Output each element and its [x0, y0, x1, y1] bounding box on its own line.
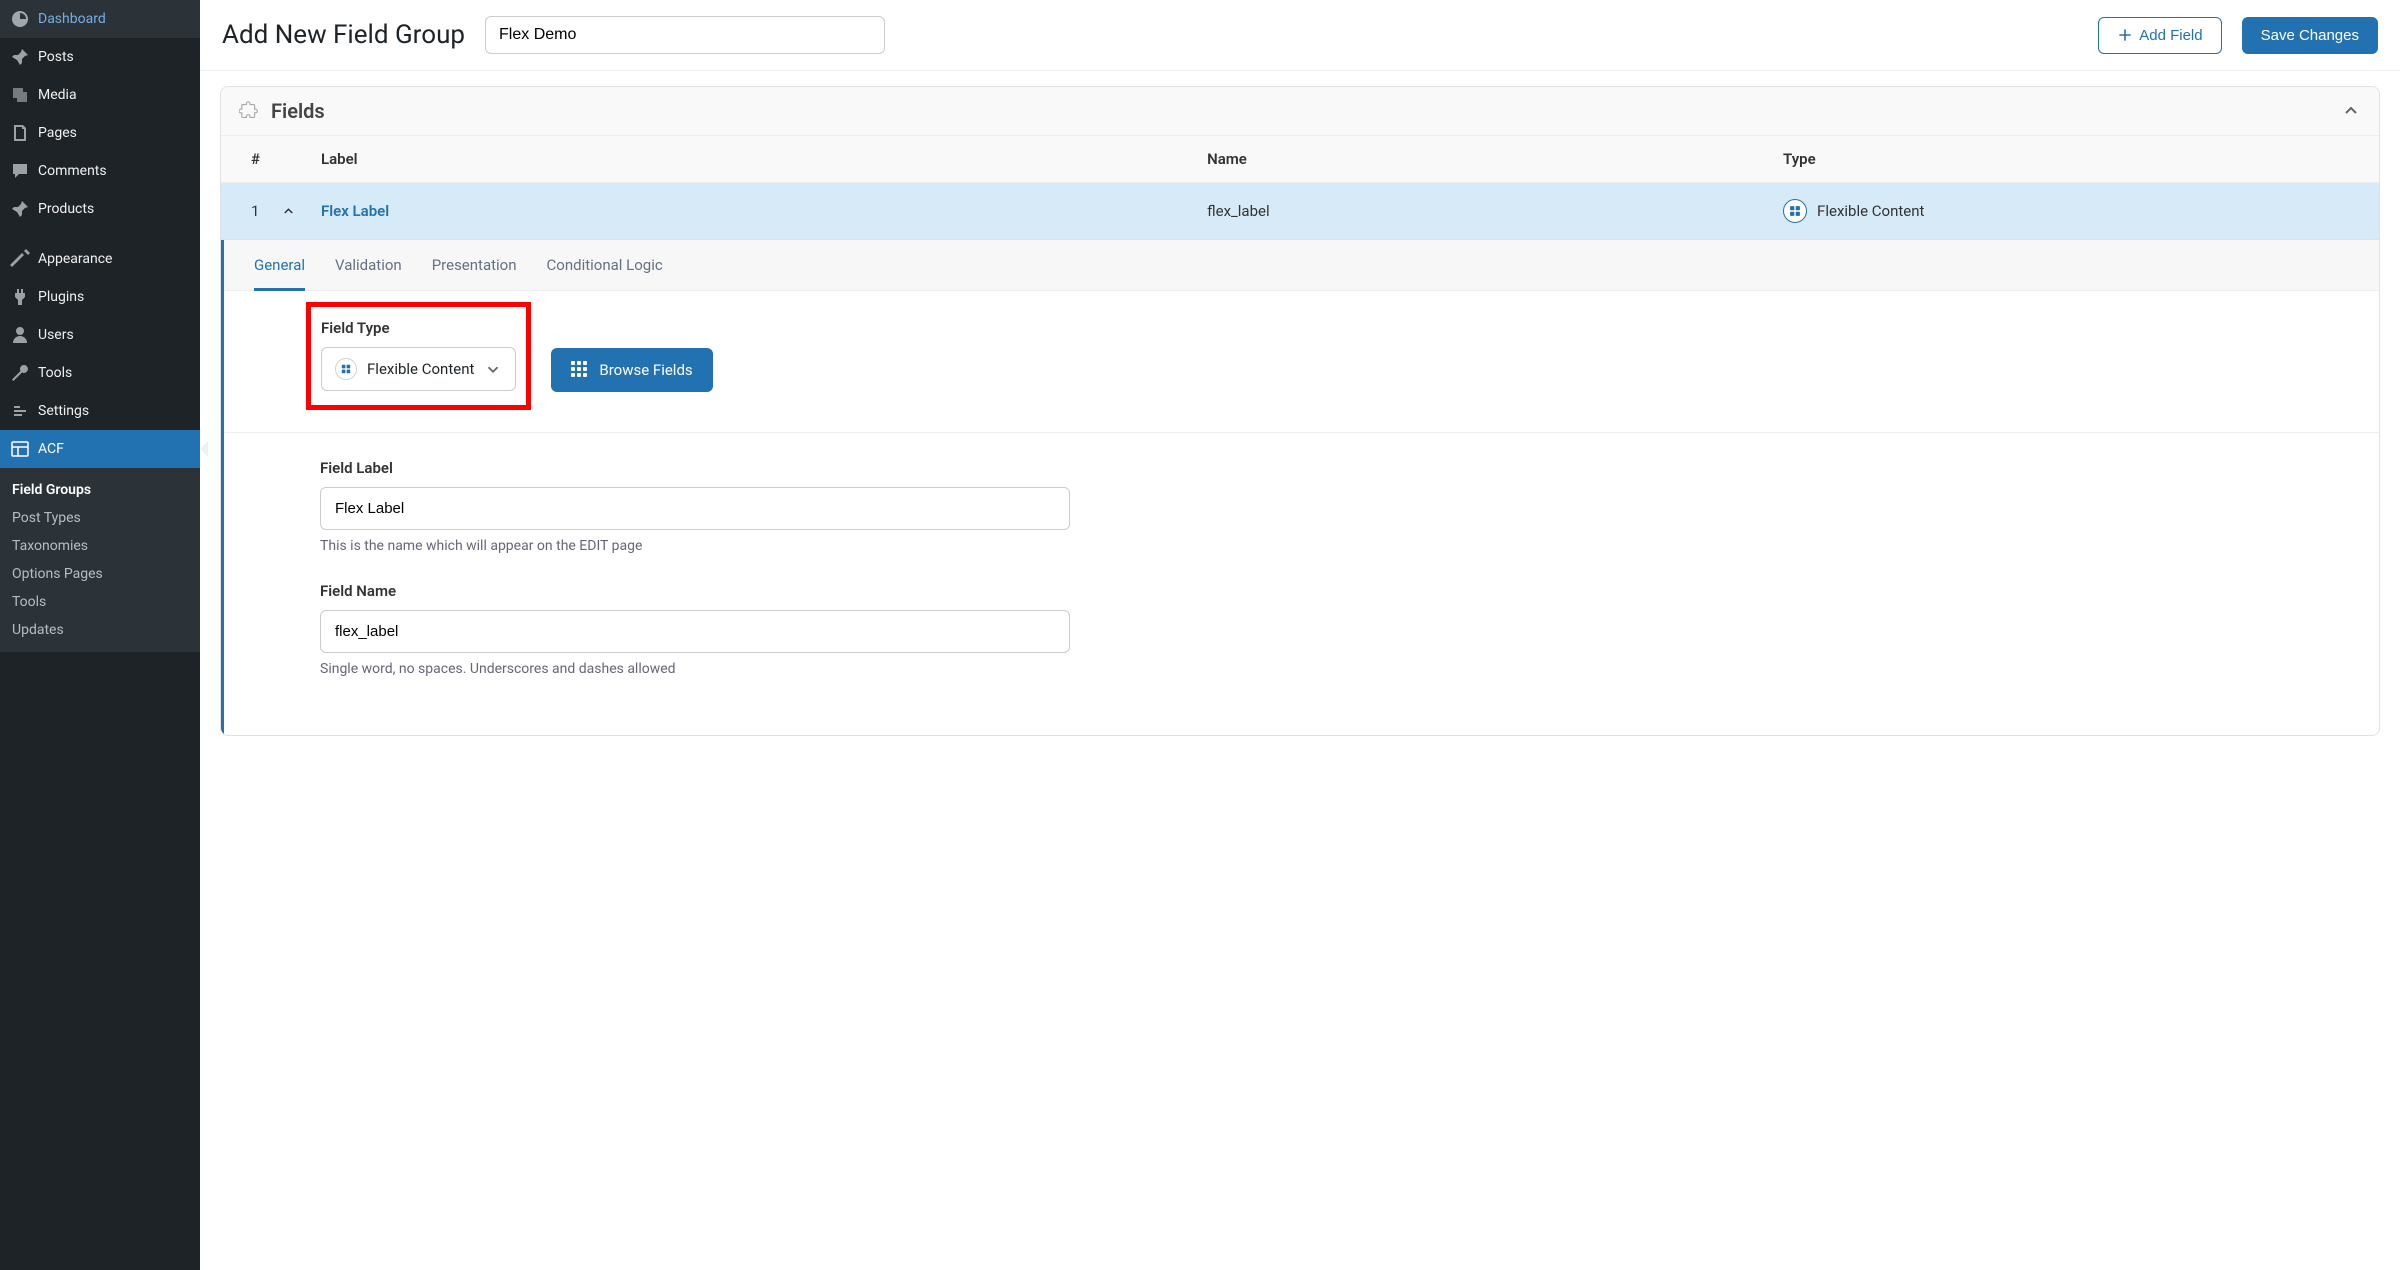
sidebar-submenu: Field Groups Post Types Taxonomies Optio… — [0, 468, 200, 652]
settings-icon — [10, 401, 30, 421]
fields-panel-title: Fields — [271, 99, 325, 123]
sidebar-item-dashboard[interactable]: Dashboard — [0, 0, 200, 38]
col-header-name: Name — [1207, 150, 1783, 168]
sidebar-item-comments[interactable]: Comments — [0, 152, 200, 190]
browse-fields-button[interactable]: Browse Fields — [551, 348, 712, 392]
field-tabs: General Validation Presentation Conditio… — [224, 240, 2379, 291]
row-name: flex_label — [1207, 202, 1783, 220]
comments-icon — [10, 161, 30, 181]
plus-icon — [2117, 27, 2133, 43]
dashboard-icon — [10, 9, 30, 29]
sidebar-item-tools[interactable]: Tools — [0, 354, 200, 392]
media-icon — [10, 85, 30, 105]
sidebar-label: Users — [38, 327, 74, 343]
tab-general[interactable]: General — [254, 240, 305, 290]
field-editor: General Validation Presentation Conditio… — [221, 240, 2379, 735]
row-num: 1 — [241, 202, 321, 220]
sidebar-label: Products — [38, 201, 94, 217]
browse-fields-label: Browse Fields — [599, 361, 692, 379]
submenu-item-taxonomies[interactable]: Taxonomies — [0, 532, 200, 560]
users-icon — [10, 325, 30, 345]
sidebar-label: Tools — [38, 365, 72, 381]
sidebar-label: Pages — [38, 125, 77, 141]
row-type-text: Flexible Content — [1817, 202, 1924, 220]
page-title: Add New Field Group — [222, 20, 465, 50]
field-group-title-input[interactable] — [485, 16, 885, 54]
fields-panel: Fields # Label Name Type 1 Flex Label fl… — [220, 86, 2380, 736]
divider — [224, 432, 2379, 433]
sidebar-label: Media — [38, 87, 77, 103]
submenu-item-options-pages[interactable]: Options Pages — [0, 560, 200, 588]
grid-icon — [571, 361, 589, 379]
puzzle-icon — [239, 100, 261, 122]
sidebar-item-appearance[interactable]: Appearance — [0, 240, 200, 278]
flexible-content-icon — [335, 358, 357, 380]
chevron-up-icon[interactable] — [281, 204, 296, 219]
field-name-input[interactable] — [320, 610, 1070, 653]
sidebar-label: Appearance — [38, 251, 112, 267]
sidebar-label: Comments — [38, 163, 107, 179]
tab-validation[interactable]: Validation — [335, 240, 402, 290]
add-field-label: Add Field — [2139, 27, 2202, 44]
submenu-item-updates[interactable]: Updates — [0, 616, 200, 644]
sidebar-label: Posts — [38, 49, 74, 65]
field-label-input[interactable] — [320, 487, 1070, 530]
sidebar-item-products[interactable]: Products — [0, 190, 200, 228]
field-label-label: Field Label — [320, 459, 2283, 477]
col-header-label: Label — [321, 150, 1207, 168]
field-type-label: Field Type — [321, 319, 516, 337]
field-type-value: Flexible Content — [367, 360, 474, 378]
tab-conditional-logic[interactable]: Conditional Logic — [547, 240, 663, 290]
sidebar-item-acf[interactable]: ACF — [0, 430, 200, 468]
sidebar-item-pages[interactable]: Pages — [0, 114, 200, 152]
field-row[interactable]: 1 Flex Label flex_label Flexible Content — [221, 183, 2379, 240]
sidebar-item-media[interactable]: Media — [0, 76, 200, 114]
save-changes-button[interactable]: Save Changes — [2242, 17, 2378, 54]
field-name-help: Single word, no spaces. Underscores and … — [320, 661, 2283, 677]
tools-icon — [10, 363, 30, 383]
submenu-item-tools[interactable]: Tools — [0, 588, 200, 616]
field-label-help: This is the name which will appear on th… — [320, 538, 2283, 554]
sidebar-label: Plugins — [38, 289, 84, 305]
pin-icon — [10, 199, 30, 219]
chevron-up-icon[interactable] — [2341, 101, 2361, 121]
row-type: Flexible Content — [1783, 199, 2359, 223]
submenu-item-field-groups[interactable]: Field Groups — [0, 476, 200, 504]
col-header-type: Type — [1783, 150, 2359, 168]
sidebar-label: ACF — [38, 441, 64, 457]
sidebar-separator — [0, 228, 200, 240]
save-label: Save Changes — [2261, 27, 2359, 44]
plugins-icon — [10, 287, 30, 307]
pin-icon — [10, 47, 30, 67]
col-header-num: # — [241, 150, 321, 168]
sidebar-item-posts[interactable]: Posts — [0, 38, 200, 76]
sidebar-item-users[interactable]: Users — [0, 316, 200, 354]
row-index: 1 — [251, 202, 259, 220]
tab-presentation[interactable]: Presentation — [432, 240, 517, 290]
chevron-down-icon — [484, 360, 502, 378]
sidebar-label: Dashboard — [38, 11, 106, 27]
sidebar-item-settings[interactable]: Settings — [0, 392, 200, 430]
highlight-annotation: Field Type Flexible Content — [306, 302, 531, 410]
submenu-item-post-types[interactable]: Post Types — [0, 504, 200, 532]
row-label[interactable]: Flex Label — [321, 202, 1207, 220]
admin-sidebar: Dashboard Posts Media Pages Comments Pro… — [0, 0, 200, 1270]
header-bar: Add New Field Group Add Field Save Chang… — [200, 0, 2400, 71]
field-type-select[interactable]: Flexible Content — [321, 347, 516, 391]
fields-table-header: # Label Name Type — [221, 135, 2379, 183]
appearance-icon — [10, 249, 30, 269]
pages-icon — [10, 123, 30, 143]
sidebar-label: Settings — [38, 403, 89, 419]
add-field-button[interactable]: Add Field — [2098, 17, 2221, 54]
sidebar-item-plugins[interactable]: Plugins — [0, 278, 200, 316]
flexible-content-icon — [1783, 199, 1807, 223]
fields-panel-header[interactable]: Fields — [221, 87, 2379, 135]
field-name-label: Field Name — [320, 582, 2283, 600]
main: Add New Field Group Add Field Save Chang… — [200, 0, 2400, 1270]
acf-icon — [10, 439, 30, 459]
